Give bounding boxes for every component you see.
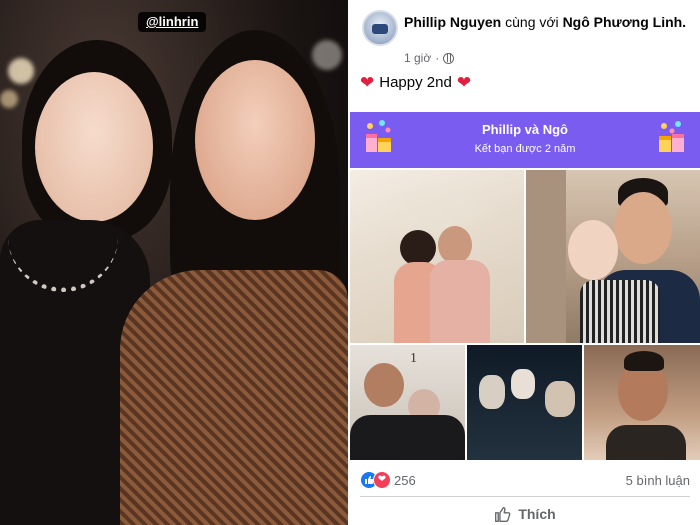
man-hair <box>624 351 664 371</box>
like-button[interactable]: Thích <box>350 504 700 524</box>
post-photo[interactable]: 1 <box>350 345 465 460</box>
avatar-image <box>372 24 388 34</box>
friendship-banner[interactable]: Phillip và Ngô Kết bạn được 2 năm <box>350 112 700 168</box>
reaction-icons[interactable]: ❤ <box>360 471 394 489</box>
post-header: Phillip Nguyen cùng với Ngô Phương Linh. <box>404 13 694 31</box>
man-face <box>364 363 404 407</box>
door-frame <box>526 170 566 343</box>
author-name[interactable]: Phillip Nguyen <box>404 14 501 30</box>
reaction-bar: ❤ 256 5 bình luận <box>360 470 690 490</box>
wall-number: 1 <box>410 351 417 366</box>
thumbs-up-icon <box>495 506 511 522</box>
woman-face <box>568 220 618 280</box>
post-message: ❤ Happy 2nd ❤ <box>360 74 471 91</box>
bokeh-light <box>0 90 18 108</box>
banner-subtitle: Kết bạn được 2 năm <box>474 143 576 155</box>
heart-icon: ❤ <box>360 73 375 92</box>
person-right-top <box>120 270 348 525</box>
tree-branches <box>370 180 500 240</box>
jacket <box>350 415 465 460</box>
gift-icon <box>659 121 684 152</box>
facebook-post: Phillip Nguyen cùng với Ngô Phương Linh.… <box>350 0 700 525</box>
author-avatar[interactable] <box>362 10 398 46</box>
woman-top <box>580 280 660 343</box>
globe-icon[interactable] <box>443 52 455 64</box>
post-photo[interactable] <box>584 345 700 460</box>
post-text: Happy 2nd <box>379 74 452 91</box>
dog <box>479 375 505 409</box>
bokeh-light <box>312 40 342 70</box>
tagged-name[interactable]: Ngô Phương Linh. <box>563 14 687 30</box>
person-left-face <box>35 72 153 222</box>
banner-title: Phillip và Ngô <box>482 122 568 137</box>
woman-hair <box>400 230 436 266</box>
story-photo: @linhrin <box>0 0 348 525</box>
bokeh-light <box>8 58 34 84</box>
dog <box>545 381 575 417</box>
reaction-count[interactable]: 256 <box>394 473 416 488</box>
with-text: cùng với <box>505 14 559 30</box>
divider <box>360 496 690 497</box>
comment-count[interactable]: 5 bình luận <box>626 473 690 488</box>
post-meta: 1 giờ · <box>404 51 455 65</box>
man-face <box>614 192 672 264</box>
man-face <box>438 226 472 264</box>
heart-icon: ❤ <box>456 73 472 92</box>
like-label: Thích <box>518 506 556 522</box>
love-icon: ❤ <box>373 471 391 489</box>
story-mention-tag[interactable]: @linhrin <box>138 12 207 32</box>
post-photo[interactable] <box>526 170 700 343</box>
post-photo[interactable] <box>467 345 582 460</box>
post-photo[interactable] <box>350 170 524 343</box>
person-right-face <box>195 60 315 220</box>
post-time[interactable]: 1 giờ <box>404 51 431 65</box>
dog <box>511 369 535 399</box>
man-suit <box>430 260 490 343</box>
dot-separator: · <box>435 51 440 65</box>
man-shirt <box>606 425 686 460</box>
